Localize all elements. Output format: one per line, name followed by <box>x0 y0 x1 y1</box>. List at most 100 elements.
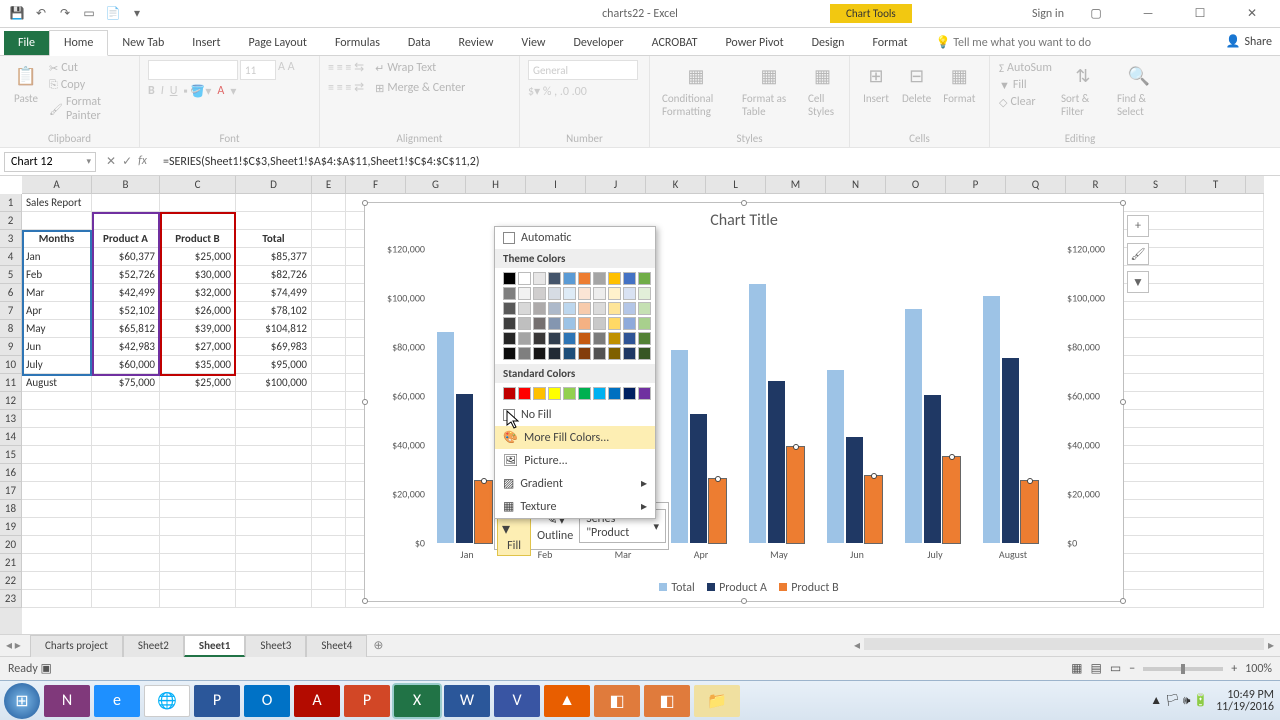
row-header[interactable]: 21 <box>0 554 22 572</box>
row-header[interactable]: 7 <box>0 302 22 320</box>
color-swatch[interactable] <box>638 387 651 400</box>
chart-bar[interactable] <box>749 284 766 543</box>
color-swatch[interactable] <box>503 387 516 400</box>
automatic-fill-item[interactable]: Automatic <box>495 227 655 249</box>
format-painter-button[interactable]: 🖌 Format Painter <box>48 94 131 124</box>
cell[interactable] <box>22 536 92 553</box>
cell[interactable] <box>312 302 346 319</box>
color-swatch[interactable] <box>593 347 606 360</box>
cell[interactable] <box>160 590 236 607</box>
color-swatch[interactable] <box>563 302 576 315</box>
color-swatch[interactable] <box>593 302 606 315</box>
color-swatch[interactable] <box>578 347 591 360</box>
color-swatch[interactable] <box>638 317 651 330</box>
col-header[interactable]: M <box>766 176 826 193</box>
format-cells-button[interactable]: ▦Format <box>939 60 979 107</box>
chart-bar[interactable] <box>827 370 844 543</box>
cell[interactable] <box>92 554 160 571</box>
color-swatch[interactable] <box>533 302 546 315</box>
row-header[interactable]: 8 <box>0 320 22 338</box>
cell[interactable] <box>22 554 92 571</box>
cell[interactable] <box>160 554 236 571</box>
taskbar-excel[interactable]: X <box>394 685 440 717</box>
color-swatch[interactable] <box>593 272 606 285</box>
tab-pagelayout[interactable]: Page Layout <box>235 31 321 55</box>
cell[interactable]: $69,983 <box>236 338 312 355</box>
cell[interactable] <box>92 194 160 211</box>
wrap-text-button[interactable]: ↵ Wrap Text <box>374 60 437 76</box>
chart-bar[interactable] <box>787 447 804 543</box>
cell[interactable] <box>236 212 312 229</box>
cell[interactable] <box>92 518 160 535</box>
row-header[interactable]: 11 <box>0 374 22 392</box>
cell[interactable] <box>92 572 160 589</box>
tab-home[interactable]: Home <box>49 30 108 56</box>
color-swatch[interactable] <box>563 287 576 300</box>
cell[interactable]: $100,000 <box>236 374 312 391</box>
autosum-button[interactable]: Σ AutoSum <box>998 60 1053 76</box>
chart-bar[interactable] <box>924 395 941 543</box>
row-header[interactable]: 17 <box>0 482 22 500</box>
cell[interactable] <box>312 428 346 445</box>
cell[interactable] <box>22 518 92 535</box>
chart-styles-button[interactable]: 🖌 <box>1127 243 1149 265</box>
sheet-tab[interactable]: Sheet4 <box>306 635 367 657</box>
cell[interactable]: $42,983 <box>92 338 160 355</box>
cell[interactable] <box>312 392 346 409</box>
save-icon[interactable]: 💾 <box>6 3 28 25</box>
cell[interactable] <box>312 572 346 589</box>
sheet-tab[interactable]: Sheet2 <box>123 635 184 657</box>
row-header[interactable]: 4 <box>0 248 22 266</box>
enter-formula-icon[interactable]: ✓ <box>122 154 132 169</box>
close-icon[interactable]: ✕ <box>1232 1 1272 27</box>
qp-icon[interactable]: ▾ <box>126 3 148 25</box>
color-swatch[interactable] <box>608 317 621 330</box>
color-swatch[interactable] <box>623 272 636 285</box>
taskbar-chrome[interactable]: 🌐 <box>144 685 190 717</box>
color-swatch[interactable] <box>638 272 651 285</box>
row-header[interactable]: 16 <box>0 464 22 482</box>
color-swatch[interactable] <box>623 387 636 400</box>
chart-bar[interactable] <box>846 437 863 543</box>
row-header[interactable]: 18 <box>0 500 22 518</box>
chart-bar[interactable] <box>671 350 688 543</box>
sheet-tab[interactable]: Charts project <box>30 635 123 657</box>
cell[interactable]: $32,000 <box>160 284 236 301</box>
new-sheet-button[interactable]: ⊕ <box>367 638 389 653</box>
cell[interactable] <box>160 194 236 211</box>
minimize-icon[interactable]: — <box>1128 1 1168 27</box>
color-swatch[interactable] <box>623 302 636 315</box>
row-header[interactable]: 22 <box>0 572 22 590</box>
tab-developer[interactable]: Developer <box>559 31 637 55</box>
color-swatch[interactable] <box>608 387 621 400</box>
merge-center-button[interactable]: ⊞ Merge & Center <box>374 80 466 96</box>
color-swatch[interactable] <box>548 332 561 345</box>
row-header[interactable]: 10 <box>0 356 22 374</box>
taskbar-explorer[interactable]: 📁 <box>694 685 740 717</box>
cell[interactable]: Jan <box>22 248 92 265</box>
touch-icon[interactable]: ▭ <box>78 3 100 25</box>
color-swatch[interactable] <box>638 332 651 345</box>
tab-powerpivot[interactable]: Power Pivot <box>711 31 797 55</box>
format-as-table-button[interactable]: ▦Format as Table <box>738 60 800 120</box>
color-swatch[interactable] <box>563 332 576 345</box>
insert-cells-button[interactable]: ⊞Insert <box>858 60 894 107</box>
color-swatch[interactable] <box>503 302 516 315</box>
color-swatch[interactable] <box>578 387 591 400</box>
cell[interactable] <box>92 590 160 607</box>
color-swatch[interactable] <box>548 347 561 360</box>
tab-data[interactable]: Data <box>394 31 445 55</box>
hscroll-right[interactable]: ▸ <box>1268 638 1274 653</box>
sheet-tab[interactable]: Sheet3 <box>245 635 306 657</box>
view-pagelayout-icon[interactable]: ▤ <box>1091 661 1102 676</box>
cell[interactable] <box>312 410 346 427</box>
more-fill-colors-item[interactable]: 🎨More Fill Colors... <box>495 426 655 449</box>
cell[interactable]: $82,726 <box>236 266 312 283</box>
row-header[interactable]: 2 <box>0 212 22 230</box>
taskbar-visio[interactable]: V <box>494 685 540 717</box>
fx-icon[interactable]: fx <box>138 154 147 169</box>
taskbar-vlc[interactable]: ▲ <box>544 685 590 717</box>
cell[interactable] <box>312 248 346 265</box>
cell[interactable]: $39,000 <box>160 320 236 337</box>
number-format-select[interactable] <box>528 60 638 80</box>
